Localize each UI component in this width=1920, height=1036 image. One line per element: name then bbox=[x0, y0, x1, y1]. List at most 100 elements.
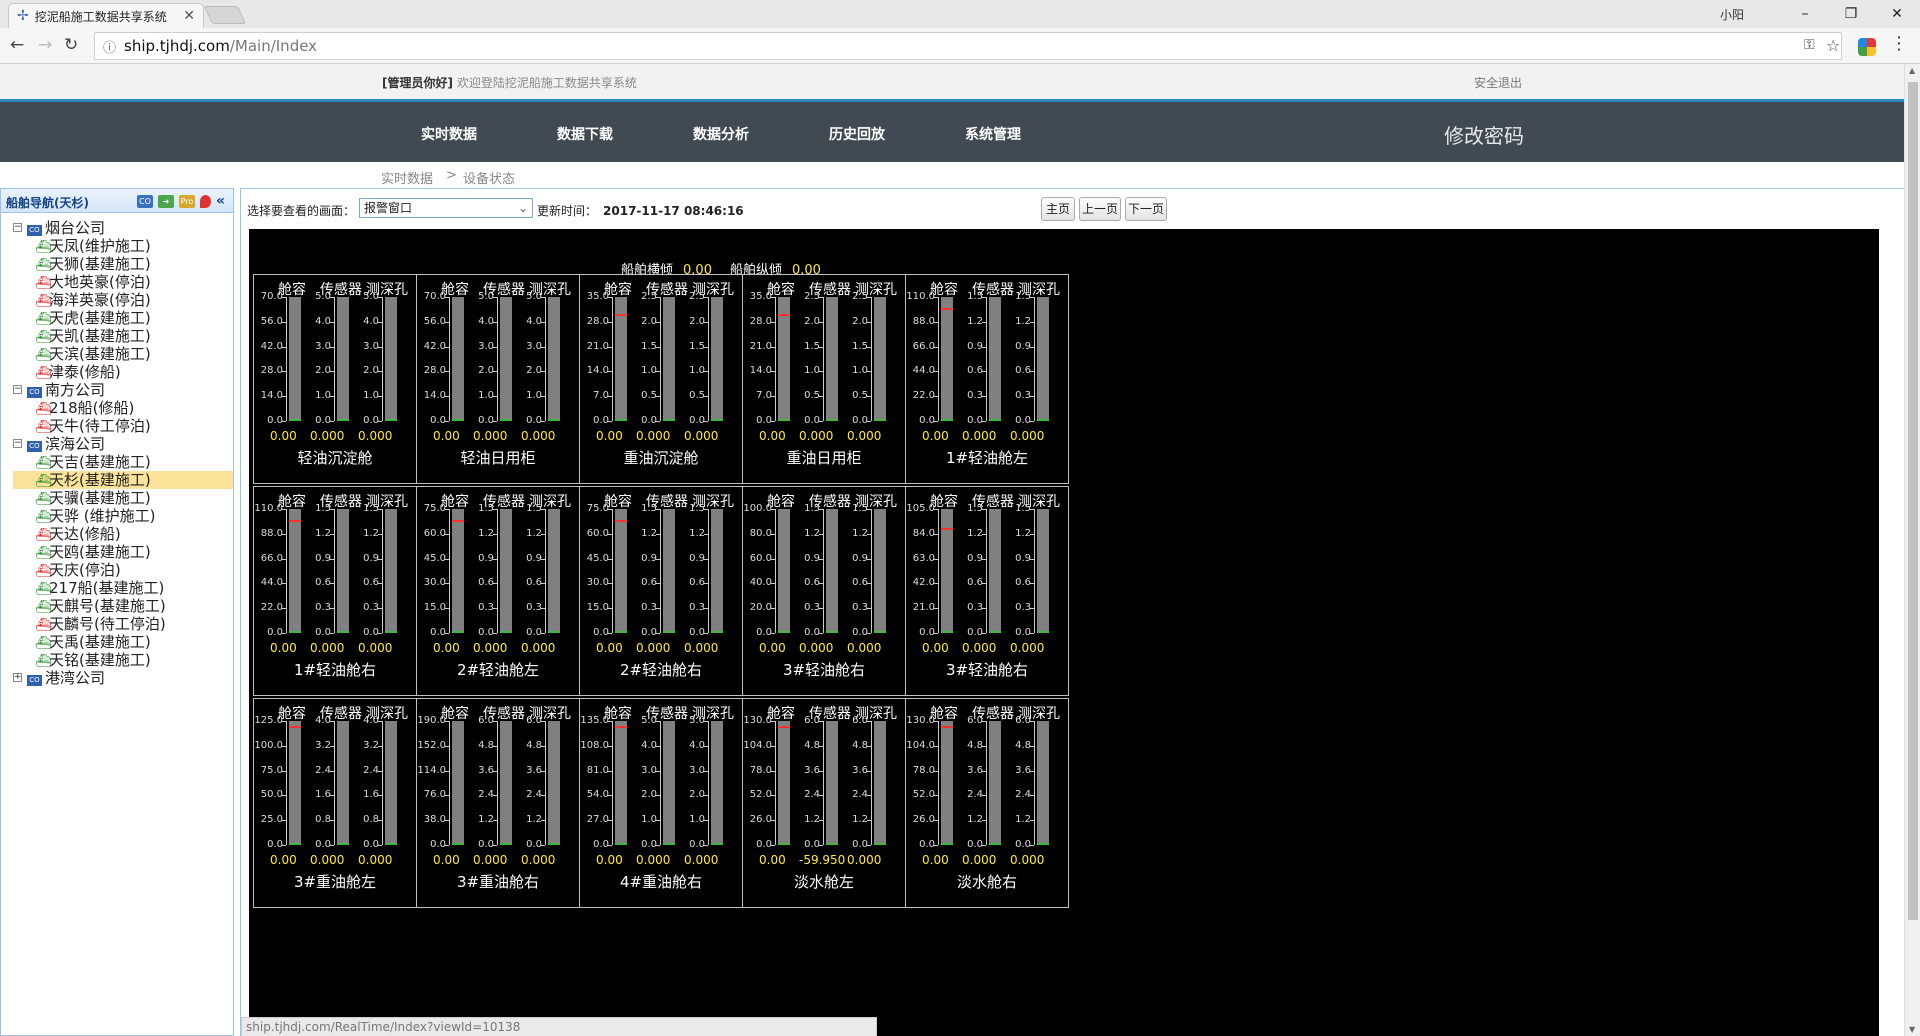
gauge-tick-label: 5.0 bbox=[641, 715, 657, 726]
tree-ship[interactable]: ⛴ 海洋英豪(停泊) bbox=[13, 291, 233, 309]
gauge-tick-label: 4.0 bbox=[315, 715, 331, 726]
gauge-tick-label: 1.0 bbox=[526, 390, 542, 402]
tree-ship[interactable]: ⛴ 天达(修船) bbox=[13, 525, 233, 543]
tree-company[interactable]: − CO 烟台公司 bbox=[13, 219, 233, 237]
tank-name: 3#轻油舱右 bbox=[782, 661, 866, 679]
gauge-tick-label: 0.9 bbox=[1015, 340, 1031, 352]
maximize-icon[interactable]: ❐ bbox=[1828, 6, 1874, 22]
tree-ship[interactable]: ⛴ 大地英豪(停泊) bbox=[13, 273, 233, 291]
tree-ship[interactable]: ⛴ 218船(修船) bbox=[13, 399, 233, 417]
gauge-tick-label: 56.0 bbox=[423, 315, 446, 327]
scroll-up-icon[interactable]: ▲ bbox=[1909, 66, 1915, 75]
close-window-icon[interactable]: ✕ bbox=[1874, 6, 1920, 22]
pro-icon[interactable]: Pro bbox=[178, 194, 195, 208]
gauge-tick-label: 0.0 bbox=[919, 839, 935, 850]
gauge-tick-label: 100.0 bbox=[743, 503, 772, 514]
close-icon[interactable]: ✕ bbox=[183, 8, 195, 24]
back-icon[interactable]: ← bbox=[10, 35, 24, 55]
collapse-icon[interactable]: − bbox=[13, 385, 22, 394]
tank-name: 轻油日用柜 bbox=[460, 449, 536, 467]
tree-ship[interactable]: ⛴ 天凤(维护施工) bbox=[13, 237, 233, 255]
tank-panel: 舱容 传感器 测深孔 70.0 56.0 42.0 28.0 14.0 0.0 0.00 5.0 4.… bbox=[253, 274, 417, 484]
tree-ship[interactable]: ⛴ 天狮(基建施工) bbox=[13, 255, 233, 273]
nav-analysis[interactable]: 数据分析 bbox=[693, 124, 749, 144]
nav-system[interactable]: 系统管理 bbox=[965, 124, 1021, 144]
tree-ship[interactable]: ⛴ 天鸥(基建施工) bbox=[13, 543, 233, 561]
tree-ship[interactable]: ⛴ 天牛(待工停泊) bbox=[13, 417, 233, 435]
gauge-bar bbox=[289, 297, 301, 421]
gauge-bar bbox=[337, 721, 349, 845]
gauge-level-marker bbox=[615, 314, 627, 317]
view-select[interactable]: 报警窗口 ⌄ bbox=[359, 198, 533, 218]
gauge-tick-label: 1.2 bbox=[804, 814, 820, 826]
expand-icon[interactable]: + bbox=[13, 673, 22, 682]
prev-page-button[interactable]: 上一页 bbox=[1079, 197, 1121, 221]
gauge-tick-label: 0.3 bbox=[315, 602, 331, 614]
gauge-axis bbox=[286, 297, 287, 421]
tree-company[interactable]: + CO 港湾公司 bbox=[13, 669, 233, 687]
gauge: 1.5 1.2 0.9 0.6 0.3 0.0 bbox=[964, 291, 1014, 426]
collapse-icon[interactable]: − bbox=[13, 223, 22, 232]
minimize-icon[interactable]: – bbox=[1782, 6, 1828, 22]
gauge-tick-label: 1.2 bbox=[526, 814, 542, 826]
gauge-tick-label: 1.0 bbox=[315, 390, 331, 402]
tree-ship[interactable]: ⛴ 天麟号(待工停泊) bbox=[13, 615, 233, 633]
home-page-button[interactable]: 主页 bbox=[1041, 197, 1075, 221]
logout-link[interactable]: 安全退出 bbox=[1474, 74, 1522, 91]
next-page-button[interactable]: 下一页 bbox=[1125, 197, 1167, 221]
extension-icon[interactable] bbox=[1858, 38, 1876, 56]
gauge-tick-label: 0.0 bbox=[478, 839, 494, 850]
gauge-tick-label: 2.0 bbox=[804, 315, 820, 327]
tree-ship[interactable]: ⛴ 天杉(基建施工) bbox=[13, 471, 233, 489]
breadcrumb-root[interactable]: 实时数据 bbox=[381, 168, 433, 187]
tree-ship[interactable]: ⛴ 天凯(基建施工) bbox=[13, 327, 233, 345]
tree-ship[interactable]: ⛴ 天骅 (维护施工) bbox=[13, 507, 233, 525]
gauge-zero-marker bbox=[663, 419, 675, 421]
forward-icon[interactable]: → bbox=[38, 35, 52, 55]
key-icon[interactable]: ⚿ bbox=[1804, 37, 1815, 53]
gauge: 130.0 104.0 78.0 52.0 26.0 0.0 bbox=[743, 715, 803, 850]
tree-ship[interactable]: ⛴ 217船(基建施工) bbox=[13, 579, 233, 597]
gauge-tick-label: 3.2 bbox=[363, 739, 379, 751]
scroll-thumb[interactable] bbox=[1908, 82, 1918, 920]
nav-download[interactable]: 数据下载 bbox=[557, 124, 613, 144]
profile-name[interactable]: 小阳 bbox=[1720, 6, 1744, 23]
tree-ship[interactable]: ⛴ 天庆(停泊) bbox=[13, 561, 233, 579]
tree-company[interactable]: − CO 南方公司 bbox=[13, 381, 233, 399]
page-scrollbar[interactable]: ▲ ▼ bbox=[1904, 64, 1920, 1036]
tree-ship[interactable]: ⛴ 天滨(基建施工) bbox=[13, 345, 233, 363]
gauge-tick-label: 78.0 bbox=[912, 764, 935, 776]
scroll-down-icon[interactable]: ▼ bbox=[1909, 1025, 1915, 1034]
tree-ship[interactable]: ⛴ 天麒号(基建施工) bbox=[13, 597, 233, 615]
tree-ship[interactable]: ⛴ 天禹(基建施工) bbox=[13, 633, 233, 651]
browser-tab[interactable]: ✢ 挖泥船施工数据共享系统 ✕ bbox=[8, 3, 204, 28]
new-tab-button[interactable] bbox=[203, 6, 247, 24]
gauge-tick-label: 1.5 bbox=[689, 340, 705, 352]
tree-ship[interactable]: ⛴ 天虎(基建施工) bbox=[13, 309, 233, 327]
tree-company[interactable]: − CO 滨海公司 bbox=[13, 435, 233, 453]
info-icon[interactable]: ⓘ bbox=[103, 37, 116, 56]
reload-icon[interactable]: ↻ bbox=[64, 35, 78, 55]
collapse-icon[interactable]: − bbox=[13, 439, 22, 448]
tree-ship-label: 天鸥(基建施工) bbox=[49, 543, 151, 561]
arrow-icon[interactable]: ➜ bbox=[157, 194, 174, 208]
tree-ship[interactable]: ⛴ 津泰(修船) bbox=[13, 363, 233, 381]
menu-icon[interactable]: ⋮ bbox=[1890, 33, 1908, 54]
gauge-tick-label: 7.0 bbox=[756, 390, 772, 402]
star-icon[interactable]: ☆ bbox=[1826, 36, 1840, 55]
company-icon[interactable]: CO bbox=[136, 194, 153, 208]
gauge-tick-label: 1.5 bbox=[967, 291, 983, 302]
gauge: 1.5 1.2 0.9 0.6 0.3 0.0 bbox=[964, 503, 1014, 638]
gauge-level-marker bbox=[778, 314, 790, 317]
tree-ship-label: 大地英豪(停泊) bbox=[49, 273, 151, 291]
nav-history[interactable]: 历史回放 bbox=[829, 124, 885, 144]
location-pin-icon[interactable] bbox=[199, 194, 211, 208]
tree-ship[interactable]: ⛴ 天骥(基建施工) bbox=[13, 489, 233, 507]
change-password-link[interactable]: 修改密码 bbox=[1444, 120, 1524, 149]
nav-realtime[interactable]: 实时数据 bbox=[421, 124, 477, 144]
tree-ship[interactable]: ⛴ 天铭(基建施工) bbox=[13, 651, 233, 669]
gauge-axis bbox=[1034, 721, 1035, 845]
address-bar[interactable]: ⓘ ship.tjhdj.com/Main/Index bbox=[94, 32, 1842, 60]
collapse-icon[interactable]: « bbox=[216, 193, 225, 209]
tree-ship[interactable]: ⛴ 天吉(基建施工) bbox=[13, 453, 233, 471]
